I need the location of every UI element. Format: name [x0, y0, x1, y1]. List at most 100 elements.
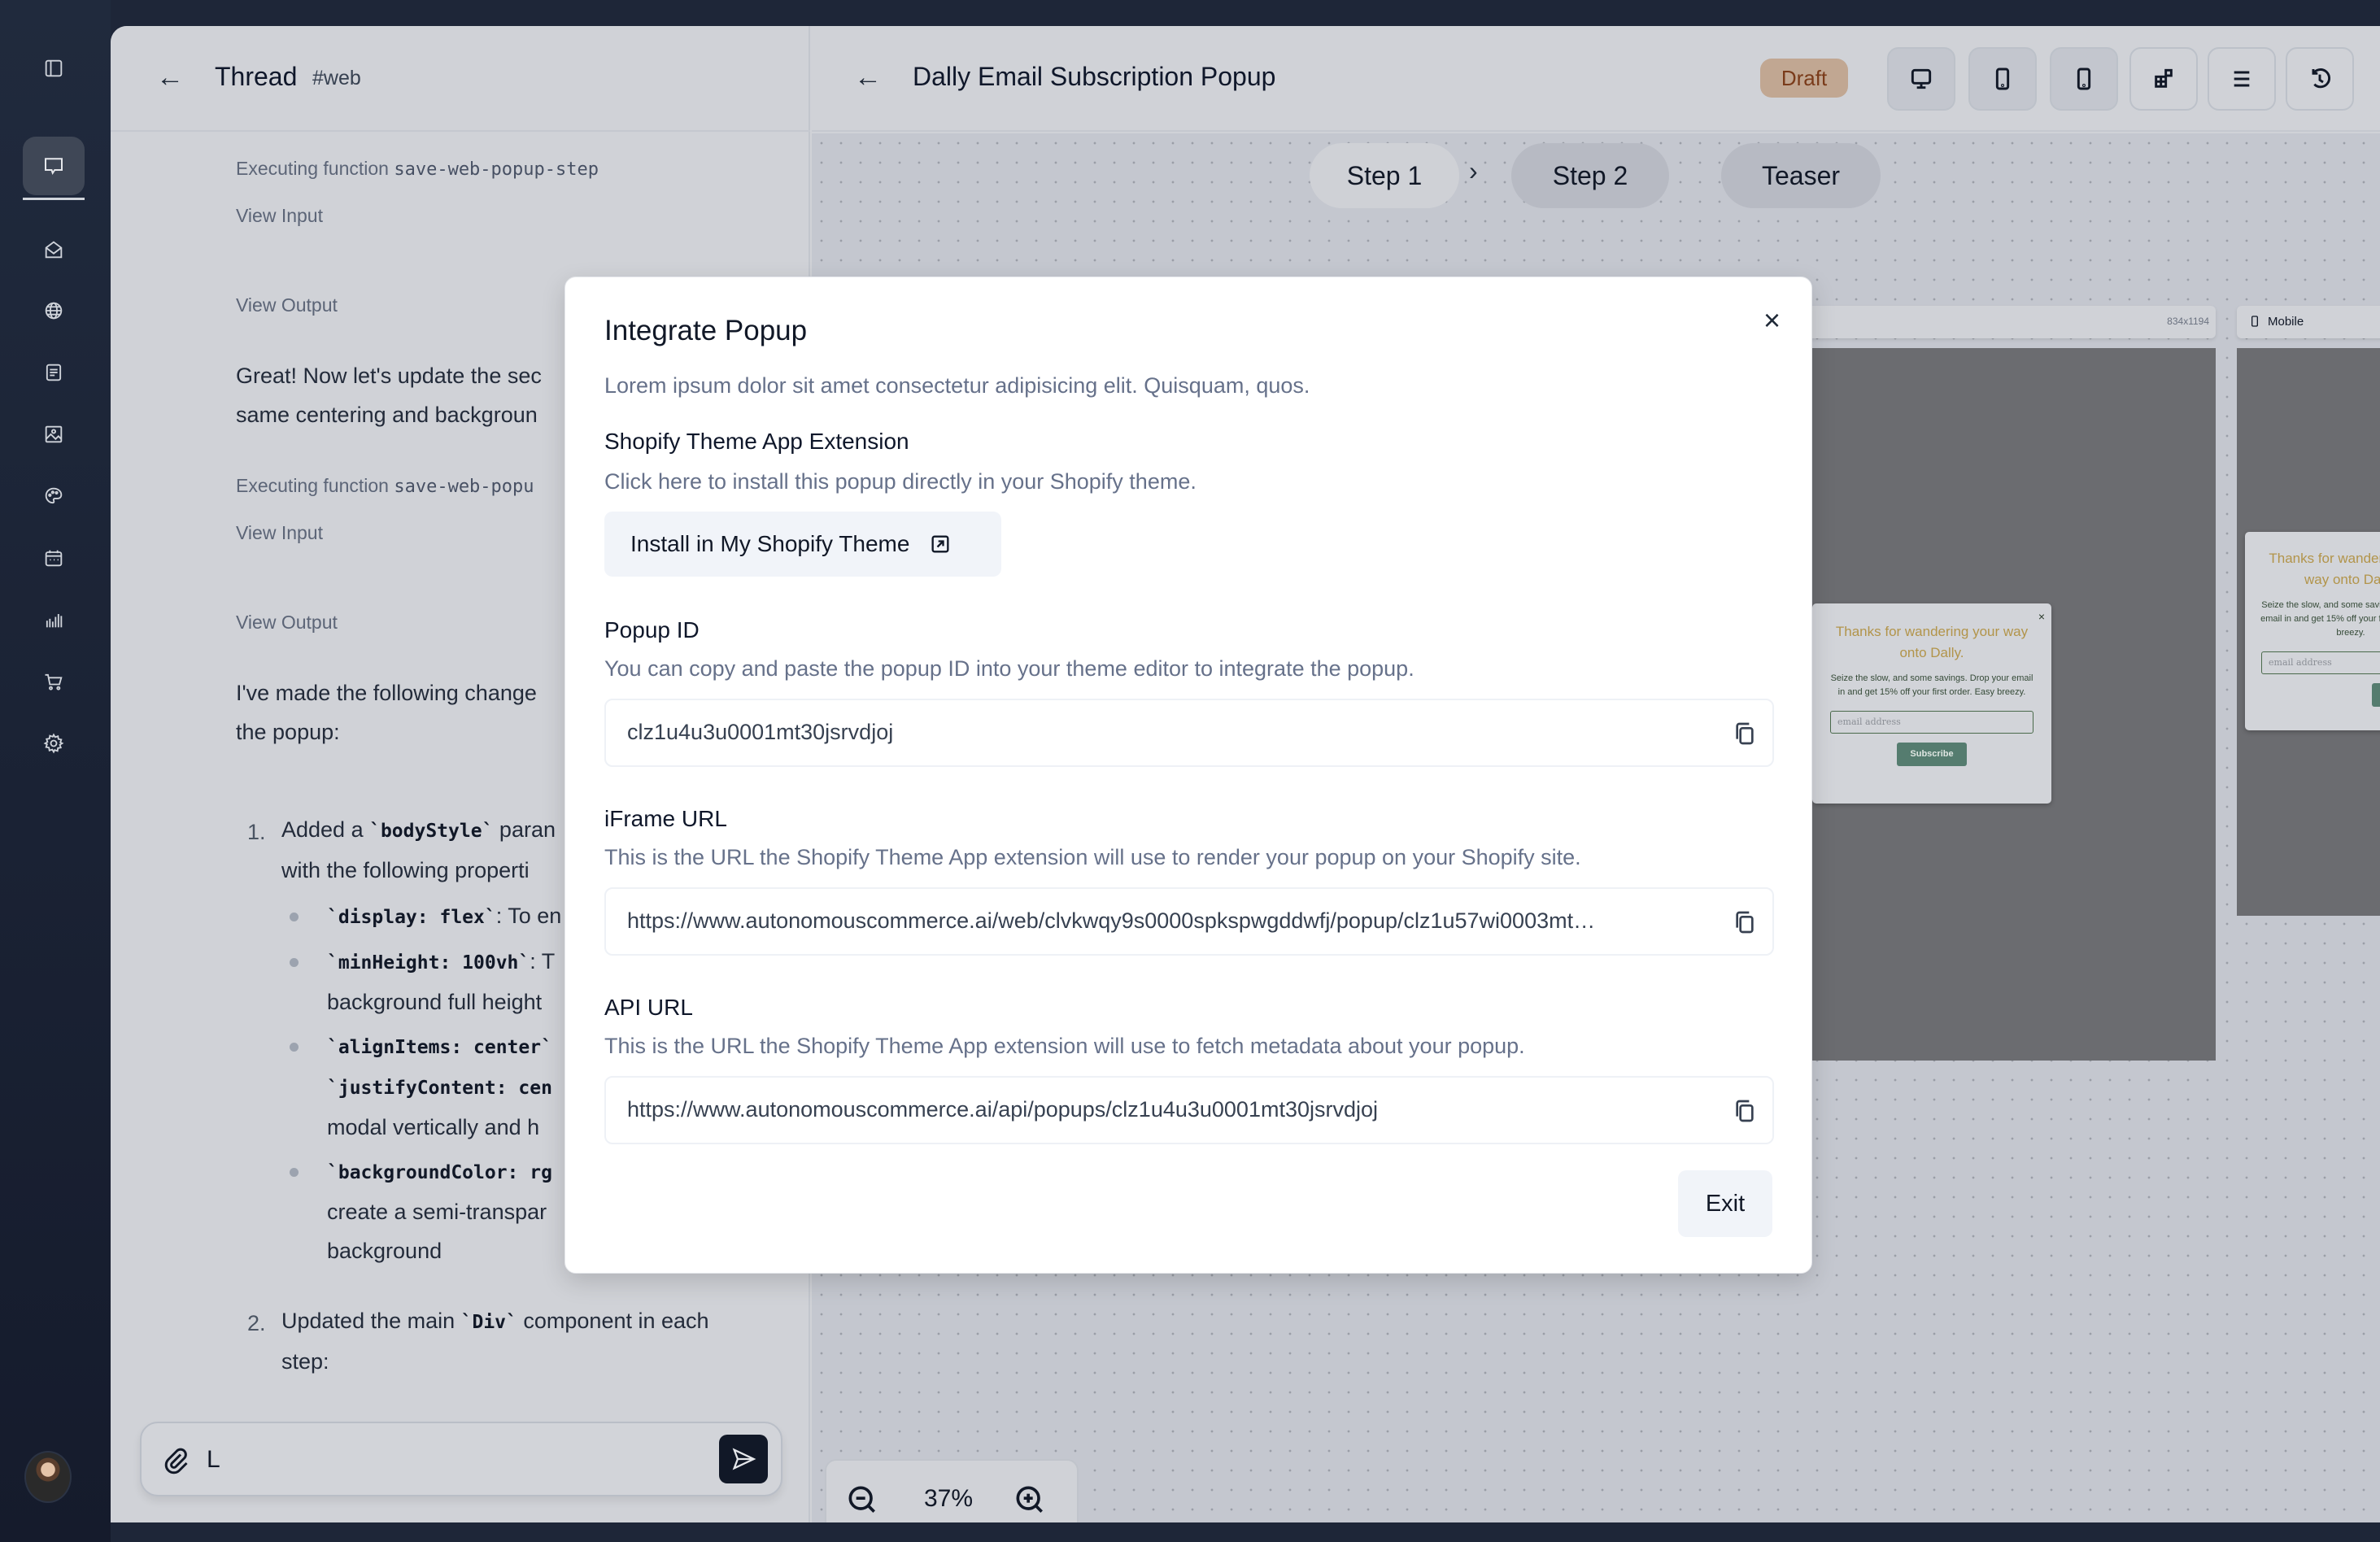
- close-icon[interactable]: ×: [1763, 303, 1781, 338]
- inline-code: `display: flex`: [327, 907, 496, 928]
- assistant-message: Great! Now let's update the sec same cen…: [236, 356, 542, 434]
- popup-id-label: Popup ID: [604, 617, 700, 642]
- view-output-link[interactable]: View Output: [236, 294, 338, 316]
- step-tab-teaser[interactable]: Teaser: [1721, 143, 1881, 208]
- app-sidebar: [0, 0, 111, 1542]
- list-item: `alignItems: center` `justifyContent: ce…: [327, 1026, 552, 1147]
- sidebar-item-settings[interactable]: [31, 721, 76, 766]
- preview-popup-title: Thanks for wandering your way onto Dally…: [1835, 624, 2029, 660]
- desktop-view-button[interactable]: [1887, 47, 1955, 111]
- send-button[interactable]: [719, 1435, 768, 1483]
- copy-icon[interactable]: [1732, 720, 1758, 747]
- list-item: `display: flex`: To en: [327, 896, 561, 937]
- thread-header: ← Thread #web: [111, 26, 810, 132]
- chat-input[interactable]: [207, 1446, 695, 1474]
- gear-icon: [43, 733, 64, 754]
- inline-code: `backgroundColor: rg: [327, 1162, 552, 1183]
- menu-icon: [2234, 71, 2250, 87]
- sidebar-item-images[interactable]: [31, 412, 76, 457]
- list-text: paran: [493, 817, 556, 842]
- panel-toggle-icon[interactable]: [31, 46, 76, 91]
- mobile-preview: Thanks for wandering your way onto Dally…: [2237, 348, 2380, 916]
- globe-icon: [45, 302, 63, 320]
- list-text: : To en: [495, 904, 562, 928]
- chat-icon: [45, 158, 63, 176]
- editor-header: ← Dally Email Subscription Popup Draft: [812, 26, 2380, 132]
- external-link-icon: [931, 535, 949, 553]
- iframe-url-field[interactable]: https://www.autonomouscommerce.ai/web/cl…: [604, 887, 1774, 956]
- iframe-url-value[interactable]: https://www.autonomouscommerce.ai/web/cl…: [627, 908, 1717, 934]
- shopify-section-description: Click here to install this popup directl…: [604, 469, 1197, 494]
- api-url-label: API URL: [604, 995, 693, 1020]
- tablet-view-button[interactable]: [1968, 47, 2037, 111]
- view-input-link[interactable]: View Input: [236, 205, 323, 227]
- step-tab-2[interactable]: Step 2: [1511, 143, 1669, 208]
- sidebar-item-calendar[interactable]: [31, 535, 76, 581]
- preview-popup: × Thanks for wandering your way onto Dal…: [1812, 603, 2051, 804]
- paperclip-icon[interactable]: [161, 1444, 190, 1477]
- view-output-link[interactable]: View Output: [236, 612, 338, 634]
- copy-icon[interactable]: [1732, 1097, 1758, 1125]
- inline-code: `alignItems: center`: [327, 1037, 552, 1058]
- assistant-message: I've made the following change the popup…: [236, 673, 537, 751]
- list-text: : T: [530, 949, 556, 974]
- list-text: step:: [281, 1349, 329, 1374]
- sidebar-item-themes[interactable]: [31, 473, 76, 519]
- mail-icon: [45, 241, 63, 259]
- list-text: create a semi-transpar: [327, 1200, 547, 1224]
- tablet-frame-header: 834x1194: [1755, 306, 2216, 338]
- sidebar-item-chat[interactable]: [23, 137, 85, 195]
- list-item: `minHeight: 100vh`: T background full he…: [327, 942, 555, 1021]
- zoom-control: 37%: [825, 1459, 1079, 1522]
- zoom-level: 37%: [924, 1485, 974, 1512]
- list-text: background full height: [327, 990, 543, 1014]
- frame-label-text: Mobile: [2268, 314, 2304, 329]
- thread-back-button[interactable]: ←: [156, 62, 184, 94]
- mobile-frame-header: Mobile: [2237, 306, 2380, 338]
- preview-popup-title: Thanks for wandering your way onto Dally…: [2269, 551, 2380, 587]
- user-avatar[interactable]: [24, 1451, 72, 1503]
- list-text: with the following properti: [281, 858, 530, 882]
- sidebar-item-analytics[interactable]: [31, 597, 76, 642]
- step-tab-1[interactable]: Step 1: [1310, 143, 1459, 208]
- api-url-value[interactable]: https://www.autonomouscommerce.ai/api/po…: [627, 1097, 1717, 1122]
- list-text: component in each: [517, 1309, 709, 1333]
- thread-title: Thread: [215, 62, 298, 91]
- function-call-status: Executing function save-web-popu: [236, 475, 534, 497]
- message-line: same centering and backgroun: [236, 403, 538, 427]
- preview-popup-body: Seize the slow, and some savings. Drop y…: [2260, 600, 2380, 638]
- sidebar-item-web[interactable]: [31, 288, 76, 333]
- list-number: 2.: [247, 1311, 266, 1335]
- document-icon: [46, 364, 62, 381]
- zoom-out-icon[interactable]: [844, 1482, 880, 1518]
- popup-title: Dally Email Subscription Popup: [913, 62, 1276, 91]
- function-name: save-web-popu: [394, 477, 534, 497]
- editor-back-button[interactable]: ←: [854, 62, 882, 94]
- popup-id-field[interactable]: clz1u4u3u0001mt30jsrvdjoj: [604, 699, 1774, 767]
- mobile-view-button[interactable]: [2050, 47, 2118, 111]
- modal-description: Lorem ipsum dolor sit amet consectetur a…: [604, 373, 1310, 398]
- history-button[interactable]: [2286, 47, 2354, 111]
- chat-composer: [140, 1422, 782, 1496]
- popup-id-description: You can copy and paste the popup ID into…: [604, 656, 1414, 681]
- preview-subscribe-button: Subscribe: [1897, 743, 1967, 766]
- sidebar-item-mail[interactable]: [31, 227, 76, 272]
- install-shopify-theme-button[interactable]: Install in My Shopify Theme: [604, 512, 1001, 577]
- api-url-field[interactable]: https://www.autonomouscommerce.ai/api/po…: [604, 1076, 1774, 1144]
- zoom-in-icon[interactable]: [1012, 1482, 1048, 1518]
- sidebar-item-commerce[interactable]: [31, 659, 76, 704]
- sidebar-item-documents[interactable]: [31, 350, 76, 395]
- bullet: [290, 1043, 299, 1052]
- view-input-link[interactable]: View Input: [236, 522, 323, 544]
- exit-button[interactable]: Exit: [1678, 1170, 1772, 1237]
- preview-email-input: email address: [1830, 711, 2033, 734]
- components-button[interactable]: [2129, 47, 2198, 111]
- exec-label: Executing function: [236, 158, 394, 179]
- mobile-icon: [2077, 68, 2091, 90]
- preview-subscribe-button: Subscribe: [2372, 683, 2380, 707]
- popup-id-value[interactable]: clz1u4u3u0001mt30jsrvdjoj: [627, 720, 1717, 745]
- history-icon: [2312, 68, 2331, 89]
- inline-code: `Div`: [460, 1312, 517, 1333]
- menu-button[interactable]: [2208, 47, 2276, 111]
- copy-icon[interactable]: [1732, 908, 1758, 936]
